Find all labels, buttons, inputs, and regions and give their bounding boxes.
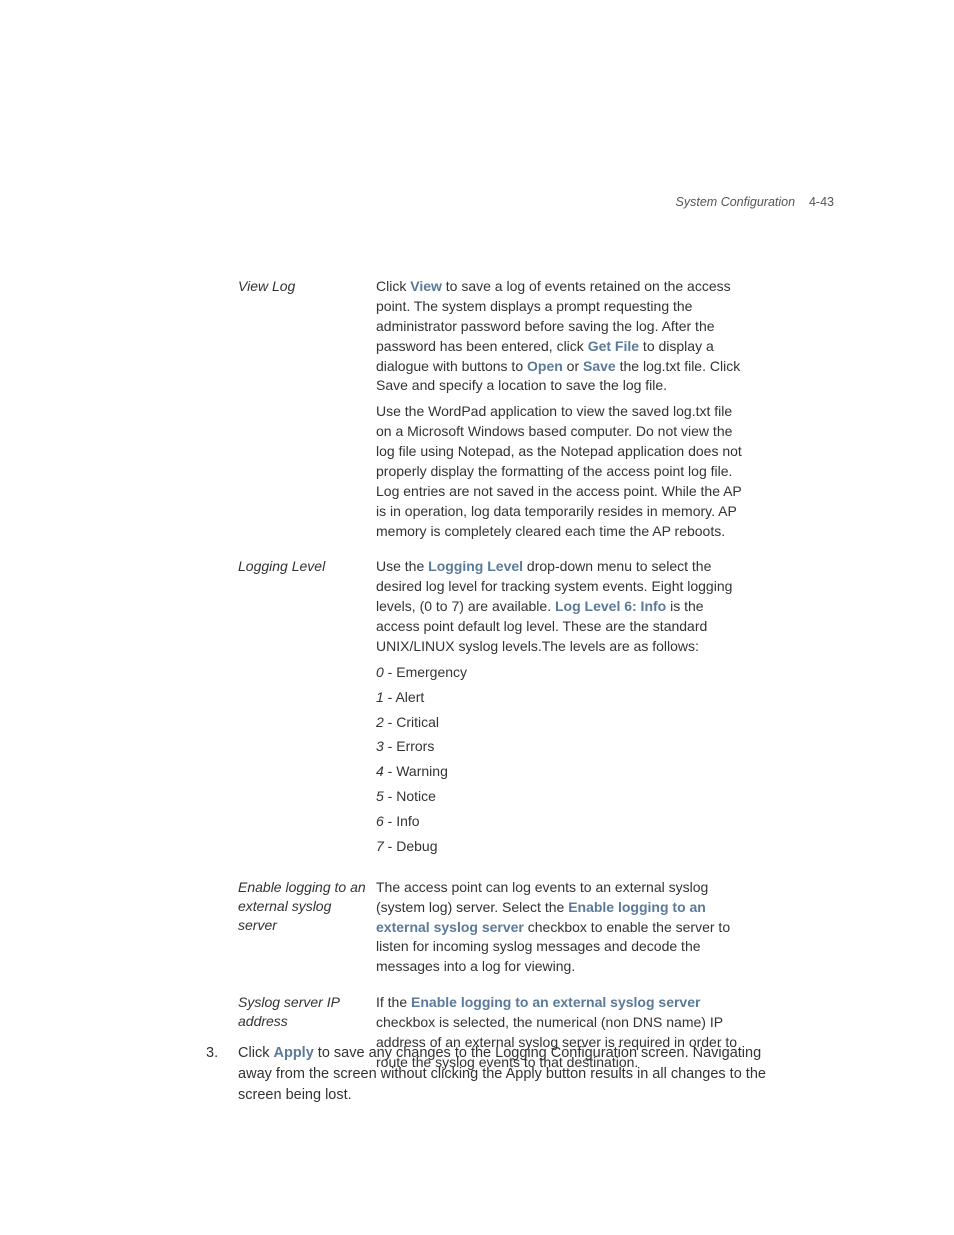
- log-level-label: - Notice: [384, 788, 436, 804]
- log-level-num: 5: [376, 788, 384, 804]
- log-level-item: 4 - Warning: [376, 762, 748, 782]
- link-logging-level: Logging Level: [428, 558, 523, 574]
- log-level-item: 6 - Info: [376, 812, 748, 832]
- desc-logging-level: Use the Logging Level drop-down menu to …: [376, 557, 748, 861]
- log-level-label: - Debug: [384, 838, 438, 854]
- log-level-num: 2: [376, 714, 384, 730]
- log-level-num: 0: [376, 664, 384, 680]
- log-level-num: 6: [376, 813, 384, 829]
- log-level-item: 5 - Notice: [376, 787, 748, 807]
- log-level-item: 1 - Alert: [376, 688, 748, 708]
- link-open: Open: [527, 358, 563, 374]
- desc-view-log-p2: Use the WordPad application to view the …: [376, 402, 748, 541]
- row-view-log: View Log Click View to save a log of eve…: [238, 277, 748, 541]
- row-logging-level: Logging Level Use the Logging Level drop…: [238, 557, 748, 861]
- step-3-body: Click Apply to save any changes to the L…: [238, 1043, 798, 1106]
- term-syslog-ip: Syslog server IP address: [238, 993, 376, 1031]
- link-log-level-6: Log Level 6: Info: [555, 598, 666, 614]
- log-level-item: 7 - Debug: [376, 837, 748, 857]
- link-apply: Apply: [273, 1045, 313, 1061]
- log-level-num: 4: [376, 763, 384, 779]
- term-enable-logging: Enable logging to an external syslog ser…: [238, 878, 376, 935]
- link-get-file: Get File: [588, 338, 639, 354]
- log-level-label: - Errors: [384, 738, 435, 754]
- header-section-title: System Configuration: [676, 195, 796, 209]
- log-level-num: 7: [376, 838, 384, 854]
- page-header: System Configuration 4-43: [676, 195, 834, 209]
- term-view-log: View Log: [238, 277, 376, 296]
- log-level-label: - Info: [384, 813, 420, 829]
- link-save: Save: [583, 358, 616, 374]
- log-level-num: 1: [376, 689, 384, 705]
- log-level-label: - Emergency: [384, 664, 467, 680]
- desc-view-log: Click View to save a log of events retai…: [376, 277, 748, 541]
- log-level-label: - Alert: [384, 689, 424, 705]
- step-3-num: 3.: [206, 1043, 234, 1064]
- desc-enable-logging: The access point can log events to an ex…: [376, 878, 748, 977]
- definitions-table: View Log Click View to save a log of eve…: [238, 277, 748, 1089]
- header-page-number: 4-43: [799, 195, 834, 209]
- log-level-item: 2 - Critical: [376, 713, 748, 733]
- step-3: 3. Click Apply to save any changes to th…: [206, 1043, 806, 1106]
- log-levels-list: 0 - Emergency1 - Alert2 - Critical3 - Er…: [376, 663, 748, 857]
- link-view: View: [410, 278, 442, 294]
- log-level-label: - Warning: [384, 763, 448, 779]
- log-level-item: 3 - Errors: [376, 737, 748, 757]
- log-level-label: - Critical: [384, 714, 439, 730]
- log-level-item: 0 - Emergency: [376, 663, 748, 683]
- term-logging-level: Logging Level: [238, 557, 376, 576]
- link-enable-logging-2: Enable logging to an external syslog ser…: [411, 994, 700, 1010]
- log-level-num: 3: [376, 738, 384, 754]
- row-enable-logging: Enable logging to an external syslog ser…: [238, 878, 748, 977]
